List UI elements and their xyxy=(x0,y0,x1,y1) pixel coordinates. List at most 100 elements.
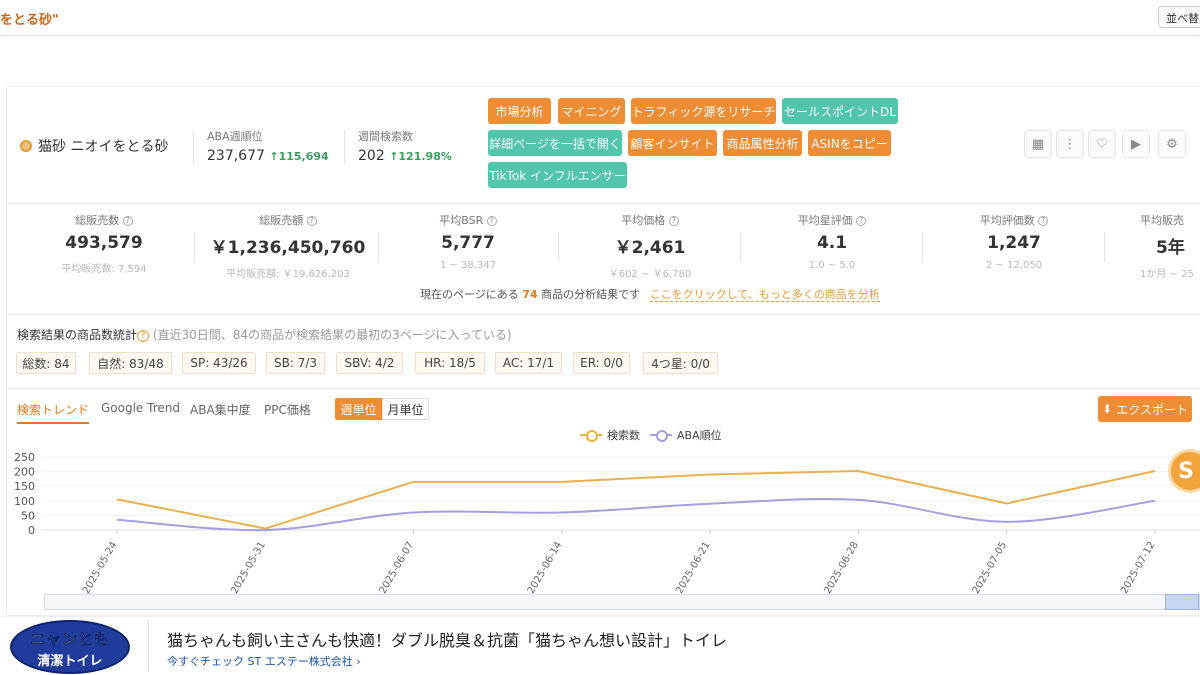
keyword-header: 猫砂 ニオイをとる砂 xyxy=(20,136,168,156)
video-icon[interactable]: ▶ xyxy=(1122,130,1150,158)
stat-label: 総販売数 xyxy=(75,214,120,227)
legend-marker xyxy=(650,430,672,442)
ad-logo-line1: ニャンとも xyxy=(29,630,110,649)
help-icon[interactable]: ? xyxy=(137,329,150,342)
settings-icon[interactable]: ⚙ xyxy=(1158,130,1186,158)
aba-rank-metric: ABA週順位 237,677 ↑115,694 xyxy=(207,130,329,164)
divider xyxy=(740,232,741,262)
divider xyxy=(922,232,923,262)
help-icon[interactable]: ? xyxy=(306,216,317,226)
tab-google-trend[interactable]: Google Trend xyxy=(101,401,180,415)
divider xyxy=(558,232,559,262)
aba-rank-label: ABA週順位 xyxy=(207,130,263,143)
x-tick-label: 2025-06-14 xyxy=(526,540,565,594)
ad-advertiser-link[interactable]: 今すぐチェック ST エステー株式会社 › xyxy=(167,653,361,669)
chip-four-star: 4つ星: 0/0 xyxy=(643,352,718,374)
customer-insight-button[interactable]: 顧客インサイト xyxy=(628,130,717,156)
weekly-search-metric: 週間検索数 202 ↑121.98% xyxy=(358,130,452,164)
stat-sub: 2 ~ 12,050 xyxy=(985,260,1043,271)
help-icon[interactable]: ? xyxy=(1038,216,1049,226)
legend-search-count[interactable]: 検索数 xyxy=(580,427,640,443)
y-tick-label: 0 xyxy=(28,524,35,537)
ad-logo-line2: 清潔トイレ xyxy=(37,654,103,669)
help-icon[interactable]: ? xyxy=(486,216,497,226)
sort-button[interactable]: 並べ替え xyxy=(1158,6,1200,28)
monthly-toggle[interactable]: 月単位 xyxy=(382,398,429,420)
weekly-search-label: 週間検索数 xyxy=(358,130,413,143)
tab-aba-concentration[interactable]: ABA集中度 xyxy=(190,401,251,418)
slider-handle[interactable] xyxy=(1165,594,1199,610)
chart-zoom-slider[interactable] xyxy=(44,594,1200,610)
chip-er: ER: 0/0 xyxy=(573,352,630,374)
grid-icon[interactable]: ▦ xyxy=(1024,130,1052,158)
x-tick-label: 2025-06-21 xyxy=(674,540,713,594)
divider xyxy=(8,203,1200,204)
help-icon[interactable]: ? xyxy=(668,216,679,226)
weekly-toggle[interactable]: 週単位 xyxy=(335,398,382,420)
stat-label: 平均BSR xyxy=(439,214,484,227)
y-tick-label: 150 xyxy=(14,480,35,493)
help-icon[interactable]: ? xyxy=(122,216,133,226)
keyword-label: 猫砂 ニオイをとる砂 xyxy=(38,139,169,155)
legend-aba-rank[interactable]: ABA順位 xyxy=(650,427,722,443)
stat-sub: ￥602 ~ ￥6,780 xyxy=(608,269,692,280)
x-tick-label: 2025-06-28 xyxy=(822,540,861,594)
x-tick-label: 2025-07-12 xyxy=(1119,540,1158,594)
ad-banner[interactable]: ニャンとも 清潔トイレ 猫ちゃんも飼い主さんも快適！ダブル脱臭＆抗菌「猫ちゃん想… xyxy=(0,616,1200,675)
mining-button[interactable]: マイニング xyxy=(558,98,625,124)
tiktok-influencer-button[interactable]: TikTok インフルエンサー xyxy=(488,162,627,188)
page-analysis-info: 現在のページにある 74 商品の分析結果です ここをクリックして、もっと多くの商… xyxy=(420,286,880,302)
analyze-more-link[interactable]: ここをクリックして、もっと多くの商品を分析 xyxy=(649,288,880,302)
more-vertical-icon[interactable]: ⋮ xyxy=(1056,130,1084,158)
stat-value: ￥1,236,450,760 xyxy=(210,238,366,258)
stat-total-revenue: 総販売額 ? ￥1,236,450,760 平均販売額: ￥19,626,203 xyxy=(208,212,368,280)
divider xyxy=(1104,232,1105,262)
chip-sb: SB: 7/3 xyxy=(266,352,325,374)
copy-asin-button[interactable]: ASINをコピー xyxy=(808,130,891,156)
divider xyxy=(378,232,379,262)
stat-sub: 1か月 ~ 25 xyxy=(1140,269,1194,280)
stat-label: 平均評価数 xyxy=(979,214,1035,227)
stat-value: 5,777 xyxy=(441,233,495,253)
stat-label: 平均価格 xyxy=(621,214,666,227)
ad-logo[interactable]: ニャンとも 清潔トイレ xyxy=(10,620,130,674)
product-attribute-button[interactable]: 商品属性分析 xyxy=(723,130,802,156)
stat-sub: 1.0 ~ 5.0 xyxy=(808,260,856,271)
chip-hr: HR: 18/5 xyxy=(415,352,485,374)
chip-total: 総数: 84 xyxy=(16,352,76,374)
page-info-suffix: 商品の分析結果です xyxy=(541,288,641,301)
stat-label: 平均販売 xyxy=(1140,214,1184,227)
stat-sub: 平均販売額: ￥19,626,203 xyxy=(226,269,350,280)
stat-value: ￥2,461 xyxy=(614,238,686,258)
stat-average-rating: 平均星評価 ? 4.1 1.0 ~ 5.0 xyxy=(762,212,902,271)
x-tick-label: 2025-07-05 xyxy=(971,540,1010,594)
traffic-research-button[interactable]: トラフィック源をリサーチ xyxy=(631,98,776,124)
divider xyxy=(148,621,149,671)
ad-headline[interactable]: 猫ちゃんも飼い主さんも快適！ダブル脱臭＆抗菌「猫ちゃん想い設計」トイレ xyxy=(167,627,727,651)
stat-value: 4.1 xyxy=(816,233,848,253)
divider xyxy=(8,388,1200,389)
series-line-search-count xyxy=(116,470,1156,530)
tab-ppc-price[interactable]: PPC価格 xyxy=(264,401,311,418)
search-trend-chart: 0 50100 150200 250 2025-05-24 2025-05-31 2025-… xyxy=(14,451,1200,594)
keyword-icon xyxy=(20,140,32,152)
stat-sub: 平均販売数: 7,594 xyxy=(61,264,147,275)
x-tick-label: 2025-06-07 xyxy=(378,540,417,594)
download-icon: ⬇ xyxy=(1102,402,1113,416)
search-query-title: をとる砂" xyxy=(0,13,59,28)
chip-sbv: SBV: 4/2 xyxy=(336,352,403,374)
y-tick-label: 50 xyxy=(21,509,35,522)
stat-label: 総販売額 xyxy=(259,214,304,227)
tab-search-trend[interactable]: 検索トレンド xyxy=(17,401,90,424)
selling-points-download-button[interactable]: セールスポイントDL xyxy=(782,98,898,124)
market-analysis-button[interactable]: 市場分析 xyxy=(488,98,551,124)
stat-value: 1,247 xyxy=(987,233,1041,253)
export-button[interactable]: ⬇ エクスポート xyxy=(1098,396,1192,422)
help-icon[interactable]: ? xyxy=(856,216,867,226)
stat-total-sales: 総販売数 ? 493,579 平均販売数: 7,594 xyxy=(34,212,174,275)
aba-rank-change: 115,694 xyxy=(278,150,329,163)
chip-organic: 自然: 83/48 xyxy=(89,352,172,374)
y-tick-label: 100 xyxy=(14,495,35,508)
open-detail-pages-button[interactable]: 詳細ページを一括で開く xyxy=(488,130,622,156)
heart-icon[interactable]: ♡ xyxy=(1088,130,1116,158)
